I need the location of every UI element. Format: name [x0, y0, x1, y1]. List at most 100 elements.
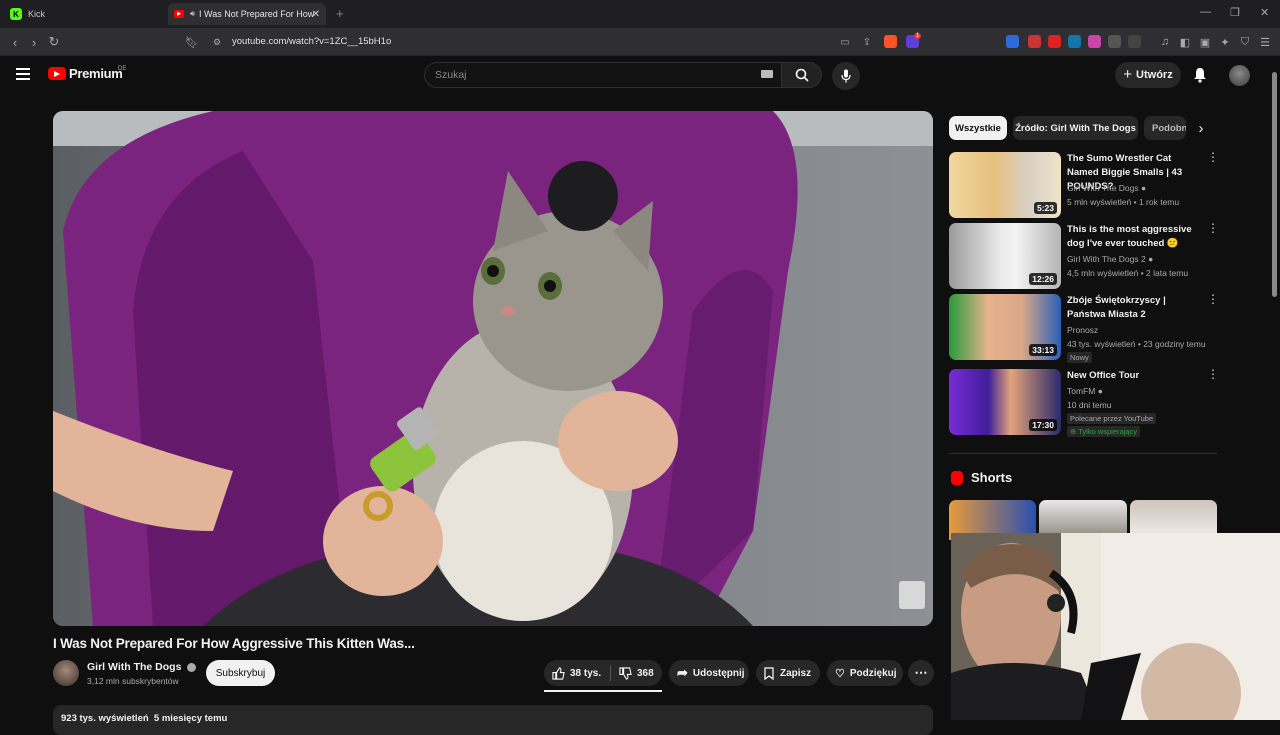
- minimize-button[interactable]: —: [1200, 6, 1211, 18]
- avatar[interactable]: [1229, 65, 1250, 86]
- search-input[interactable]: Szukaj: [424, 62, 782, 88]
- members-text: Tylko wspierający: [1078, 427, 1138, 436]
- tab-label: Kick: [28, 9, 46, 19]
- notification-count-badge: 1: [914, 33, 922, 39]
- notifications-icon[interactable]: [1193, 67, 1207, 88]
- chip-label: Wszystkie: [955, 122, 1001, 134]
- search-placeholder: Szukaj: [435, 69, 467, 81]
- description-box[interactable]: 923 tys. wyświetleń 5 miesięcy temu: [53, 705, 933, 735]
- leo-icon[interactable]: ✦: [1216, 33, 1234, 51]
- youtube-icon: ▶: [174, 10, 184, 18]
- chevron-right-icon[interactable]: ›: [1190, 117, 1212, 139]
- create-button[interactable]: + Utwórz: [1115, 62, 1181, 88]
- recommended-badge: Polecane przez YouTube: [1067, 413, 1157, 424]
- shorts-heading: Shorts: [951, 470, 1012, 485]
- region-code: DE: [118, 66, 127, 72]
- channel-avatar[interactable]: [53, 660, 79, 686]
- extension-icon[interactable]: [1068, 35, 1081, 48]
- browser-toolbar: ‹ › ↻ 🔖︎ ⚙︎ youtube.com/watch?v=1ZC__15b…: [0, 28, 1280, 56]
- like-ratio-bar: [544, 690, 662, 692]
- extension-icon[interactable]: [1088, 35, 1101, 48]
- youtube-logo[interactable]: Premium: [48, 66, 123, 81]
- video-player[interactable]: [53, 111, 933, 626]
- save-button[interactable]: Zapisz: [756, 660, 820, 686]
- list-item[interactable]: 12:26 This is the most aggressive dog I'…: [949, 222, 1219, 291]
- search-button[interactable]: [782, 62, 822, 88]
- verified-icon: ●: [1148, 254, 1154, 264]
- puzzle-icon[interactable]: [1108, 35, 1121, 48]
- channel-name-text: TomFM: [1067, 386, 1096, 396]
- music-icon[interactable]: ♫: [1156, 33, 1174, 51]
- more-vert-icon[interactable]: ⋮: [1207, 368, 1219, 380]
- chip-similar[interactable]: Podobn: [1144, 116, 1186, 140]
- channel-name[interactable]: Girl With The Dogs: [87, 661, 197, 673]
- duration-badge: 5:23: [1033, 202, 1057, 214]
- tab-youtube[interactable]: ▶ 🔊︎ I Was Not Prepared For How ✕: [168, 3, 326, 25]
- verified-icon: [187, 662, 197, 672]
- subscribe-button[interactable]: Subskrybuj: [206, 660, 275, 686]
- new-tab-button[interactable]: +: [336, 6, 344, 21]
- more-actions-button[interactable]: ⋯: [908, 660, 934, 686]
- reload-icon[interactable]: ↻: [45, 33, 63, 51]
- bookmark-icon[interactable]: 🔖︎: [183, 33, 201, 51]
- extension-icon[interactable]: [1028, 35, 1041, 48]
- channel-name: Pronosz: [1067, 325, 1099, 335]
- forward-icon[interactable]: ›: [25, 33, 43, 51]
- channel-name: Girl With The Dogs 2 ●: [1067, 254, 1153, 264]
- back-icon[interactable]: ‹: [6, 33, 24, 51]
- video-meta: 43 tys. wyświetleń • 23 godziny temu: [1067, 339, 1206, 349]
- list-item[interactable]: 17:30 New Office Tour TomFM ● 10 dni tem…: [949, 368, 1219, 437]
- video-meta: 5 mln wyświetleń • 1 rok temu: [1067, 197, 1180, 207]
- extension-icon[interactable]: [1128, 35, 1141, 48]
- video-title: I Was Not Prepared For How Aggressive Th…: [53, 636, 415, 651]
- sidebar-icon[interactable]: ◧: [1176, 33, 1194, 51]
- list-item[interactable]: 33:13 Zbóje Świętokrzyscy | Państwa Mias…: [949, 293, 1219, 363]
- share-icon[interactable]: ⇪: [858, 33, 876, 51]
- extension-icon[interactable]: [1006, 35, 1019, 48]
- chip-label: Podobn: [1152, 122, 1186, 134]
- site-settings-icon[interactable]: ⚙︎: [208, 33, 226, 51]
- shorts-title: Shorts: [971, 470, 1013, 485]
- thanks-label: Podziękuj: [849, 667, 897, 679]
- share-button[interactable]: ➦ Udostępnij: [669, 660, 749, 686]
- channel-name-text: Girl With The Dogs: [87, 661, 182, 673]
- keyboard-icon[interactable]: [761, 70, 773, 78]
- more-vert-icon[interactable]: ⋮: [1207, 151, 1219, 163]
- share-label: Udostępnij: [692, 667, 745, 679]
- close-icon[interactable]: ✕: [312, 9, 320, 20]
- video-title: This is the most aggressive dog I've eve…: [1067, 224, 1192, 249]
- wallet-icon[interactable]: ▣: [1196, 33, 1214, 51]
- chip-label: Źródło: Girl With The Dogs: [1015, 122, 1136, 134]
- hamburger-icon[interactable]: [16, 68, 30, 80]
- dislike-button[interactable]: 368: [611, 660, 661, 686]
- like-dislike-group: 38 tys. 368: [544, 660, 662, 686]
- scrollbar-thumb[interactable]: [1272, 72, 1277, 297]
- voice-search-button[interactable]: [832, 62, 860, 90]
- mic-icon: [841, 69, 851, 83]
- view-count-date: 923 tys. wyświetleń 5 miesięcy temu: [61, 713, 228, 724]
- more-vert-icon[interactable]: ⋮: [1207, 222, 1219, 234]
- list-item[interactable]: 5:23 The Sumo Wrestler Cat Named Biggie …: [949, 151, 1219, 220]
- tab-kick[interactable]: K Kick: [6, 3, 166, 25]
- verified-icon: ●: [1141, 183, 1147, 193]
- search-icon: [795, 68, 809, 82]
- speaker-icon[interactable]: 🔊︎: [190, 9, 195, 19]
- close-window-button[interactable]: ✕: [1260, 6, 1269, 19]
- restore-button[interactable]: ❐: [1230, 6, 1240, 19]
- dislike-count: 368: [637, 667, 654, 679]
- extension-icon[interactable]: [1048, 35, 1061, 48]
- menu-icon[interactable]: ☰: [1256, 33, 1274, 51]
- address-field[interactable]: youtube.com/watch?v=1ZC__15bH1o: [232, 36, 391, 47]
- chip-all[interactable]: Wszystkie: [949, 116, 1007, 140]
- plus-icon: +: [1123, 66, 1133, 83]
- tab-label: I Was Not Prepared For How: [199, 9, 315, 19]
- chip-from-channel[interactable]: Źródło: Girl With The Dogs: [1013, 116, 1138, 140]
- brave-shields-icon[interactable]: [884, 35, 897, 48]
- like-button[interactable]: 38 tys.: [544, 660, 610, 686]
- verified-icon: ●: [1097, 386, 1103, 396]
- vpn-icon[interactable]: ⛉: [1236, 33, 1254, 51]
- video-thumbnail: 12:26: [949, 223, 1061, 289]
- more-vert-icon[interactable]: ⋮: [1207, 293, 1219, 305]
- cast-icon[interactable]: ▭: [836, 33, 854, 51]
- thanks-button[interactable]: ♡ Podziękuj: [827, 660, 903, 686]
